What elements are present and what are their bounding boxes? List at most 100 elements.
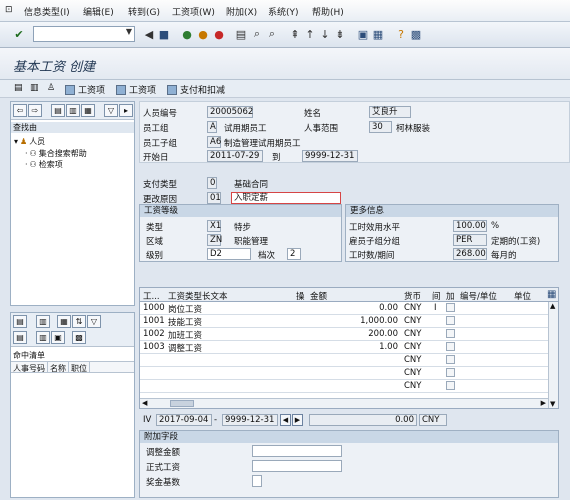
regular-salary-field[interactable] (252, 460, 342, 472)
back-arrow-icon[interactable]: ◀ (142, 27, 156, 41)
col-amount[interactable]: 金额 (310, 290, 327, 302)
sort-icon[interactable]: ⇅ (72, 315, 86, 328)
table-row[interactable]: 1002 加班工资 200.00 CNY (140, 328, 548, 341)
system-menu-icon[interactable]: ⊡ (5, 5, 13, 15)
table-settings-icon[interactable]: ▦ (547, 289, 556, 300)
cancel-icon[interactable]: ● (212, 27, 226, 41)
copy-icon[interactable]: ▥ (30, 83, 39, 93)
bonus-base-field[interactable] (252, 475, 262, 487)
prev-period-icon[interactable]: ◀ (280, 414, 291, 426)
list-icon[interactable]: ▤ (51, 104, 65, 117)
help-icon[interactable]: ? (394, 27, 408, 41)
copy-icon[interactable]: ▣ (51, 331, 65, 344)
reason-code[interactable]: 01 (207, 192, 221, 204)
back-icon[interactable]: ● (180, 27, 194, 41)
next-page-icon[interactable]: ↓ (318, 27, 332, 41)
menu-more-icon[interactable]: ▸ (119, 104, 133, 117)
select-all-icon[interactable]: ▤ (13, 315, 27, 328)
tree-item-person[interactable]: ▾ ♟ 人员 (14, 136, 45, 147)
add-checkbox[interactable] (446, 329, 455, 338)
tree-item-collective-search[interactable]: · ⚇ 集合搜索帮助 (25, 148, 87, 159)
menu-system[interactable]: 系统(Y) (268, 5, 299, 18)
menu-goto[interactable]: 转到(G) (128, 5, 160, 18)
save-icon[interactable]: ■ (157, 27, 171, 41)
step-field[interactable]: 2 (287, 248, 301, 260)
prev-page-icon[interactable]: ↑ (303, 27, 317, 41)
layout-icon[interactable]: ▥ (36, 331, 50, 344)
dropdown-arrow-icon[interactable]: ▼ (126, 27, 132, 36)
pay-scale-level-field[interactable]: D2 (207, 248, 251, 260)
col-currency[interactable]: 货币 (404, 290, 421, 302)
print-icon[interactable]: ▦ (57, 315, 71, 328)
scroll-right-icon[interactable]: ▶ (541, 399, 546, 407)
add-checkbox[interactable] (446, 381, 455, 390)
cell-amount[interactable]: 1,000.00 (310, 316, 398, 326)
next-period-icon[interactable]: ▶ (292, 414, 303, 426)
pay-scale-area-code[interactable]: ZN (207, 234, 222, 246)
col-number-unit[interactable]: 编号/单位 (460, 290, 497, 302)
print-icon[interactable]: ▤ (234, 27, 248, 41)
layout-icon[interactable]: ▩ (409, 27, 423, 41)
add-checkbox[interactable] (446, 303, 455, 312)
details-icon[interactable]: ▥ (66, 104, 80, 117)
nav-back-icon[interactable]: ⇦ (13, 104, 27, 117)
col-unit[interactable]: 单位 (514, 290, 531, 302)
overview-icon[interactable]: ▤ (14, 83, 23, 93)
menu-help[interactable]: 帮助(H) (312, 5, 344, 18)
table-row[interactable]: 1003 调整工资 1.00 CNY (140, 341, 548, 354)
scroll-left-icon[interactable]: ◀ (142, 399, 147, 407)
cell-amount[interactable]: 0.00 (310, 303, 398, 313)
wagetype-button-2[interactable]: 工资项 (116, 83, 156, 96)
pay-scale-type-code[interactable]: X1 (207, 220, 221, 232)
expand-icon[interactable]: ▾ (14, 137, 18, 146)
end-date-field[interactable]: 9999-12-31 (302, 150, 358, 162)
personnel-area-code[interactable]: 30 (369, 121, 392, 133)
cell-amount[interactable]: 1.00 (310, 342, 398, 352)
shortcut-icon[interactable]: ▦ (371, 27, 385, 41)
column-personnel-no[interactable]: 人事号码 (11, 362, 48, 373)
add-checkbox[interactable] (446, 316, 455, 325)
new-session-icon[interactable]: ▣ (356, 27, 370, 41)
find-icon[interactable]: ⌕ (250, 27, 264, 41)
enter-check-icon[interactable]: ✔ (12, 27, 26, 41)
col-wagetype[interactable]: 工... (143, 290, 160, 302)
first-page-icon[interactable]: ⇞ (288, 27, 302, 41)
payments-deductions-button[interactable]: 支付和扣减 (167, 83, 225, 96)
table-row[interactable]: CNY (140, 354, 548, 367)
reason-text-field[interactable]: 入职定薪 (231, 192, 341, 204)
scroll-up-icon[interactable]: ▲ (550, 302, 555, 310)
tree-item-search-term[interactable]: · ⚇ 检索项 (25, 159, 63, 170)
column-position[interactable]: 职位 (69, 362, 90, 373)
details-icon[interactable]: ▥ (36, 315, 50, 328)
filter-icon[interactable]: ▽ (104, 104, 118, 117)
command-field[interactable]: ▼ (33, 26, 135, 42)
add-checkbox[interactable] (446, 355, 455, 364)
adjustment-amount-field[interactable] (252, 445, 342, 457)
menu-wagetype[interactable]: 工资项(W) (172, 5, 215, 18)
last-page-icon[interactable]: ⇟ (333, 27, 347, 41)
person-icon[interactable]: ♙ (47, 83, 55, 93)
chart-icon[interactable]: ▩ (72, 331, 86, 344)
table-row[interactable]: CNY (140, 380, 548, 393)
filter-icon[interactable]: ▽ (87, 315, 101, 328)
export-icon[interactable]: ▤ (13, 331, 27, 344)
name-field[interactable]: 艾良升 (369, 106, 411, 118)
table-row[interactable]: 1001 技能工资 1,000.00 CNY (140, 315, 548, 328)
capacity-field[interactable]: 100.00 (453, 220, 487, 232)
nav-forward-icon[interactable]: ⇨ (28, 104, 42, 117)
col-add[interactable]: 加 (446, 290, 455, 302)
menu-extras[interactable]: 附加(X) (226, 5, 257, 18)
menu-infotype[interactable]: 信息类型(I) (24, 5, 70, 18)
wagetype-button-1[interactable]: 工资项 (65, 83, 105, 96)
find-next-icon[interactable]: ⌕ (265, 27, 279, 41)
col-op[interactable]: 操 (296, 290, 305, 302)
exit-icon[interactable]: ● (196, 27, 210, 41)
table-vertical-scrollbar[interactable]: ▲ ▼ (548, 302, 558, 408)
payment-type-code[interactable]: 0 (207, 177, 217, 189)
hours-field[interactable]: 268.00 (453, 248, 487, 260)
col-wagetype-text[interactable]: 工资类型长文本 (168, 290, 228, 302)
personnel-no-field[interactable]: 20005062 (207, 106, 253, 118)
table-row[interactable]: CNY (140, 367, 548, 380)
table-row[interactable]: 1000 岗位工资 0.00 CNY I (140, 302, 548, 315)
employee-subgroup-code[interactable]: A6 (207, 136, 221, 148)
